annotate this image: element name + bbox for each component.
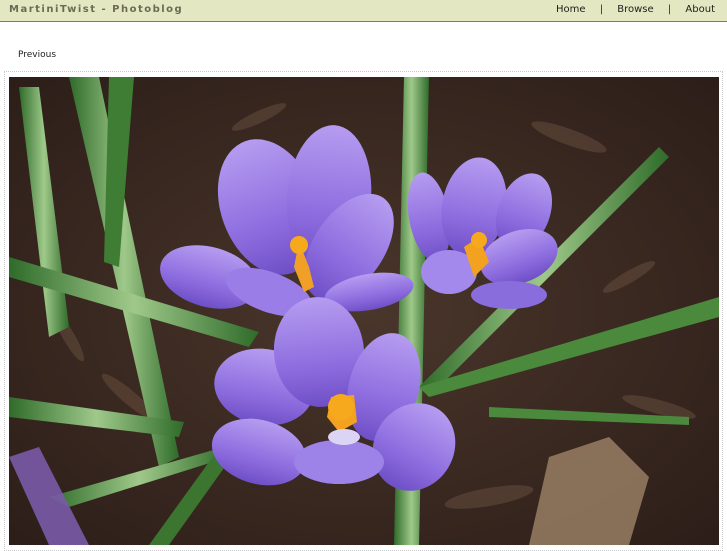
- nav-separator: |: [667, 4, 672, 15]
- nav-browse-link[interactable]: Browse: [617, 4, 653, 15]
- crocus-photo-illustration: [9, 77, 719, 545]
- site-header: MartiniTwist - Photoblog Home | Browse |…: [0, 0, 727, 22]
- site-title: MartiniTwist - Photoblog: [9, 4, 184, 15]
- main-nav: Home | Browse | About: [556, 4, 715, 15]
- nav-about-link[interactable]: About: [685, 4, 715, 15]
- nav-home-link[interactable]: Home: [556, 4, 586, 15]
- previous-photo-link[interactable]: Previous: [18, 50, 56, 60]
- crocus-photo[interactable]: [9, 77, 719, 545]
- nav-separator: |: [599, 4, 604, 15]
